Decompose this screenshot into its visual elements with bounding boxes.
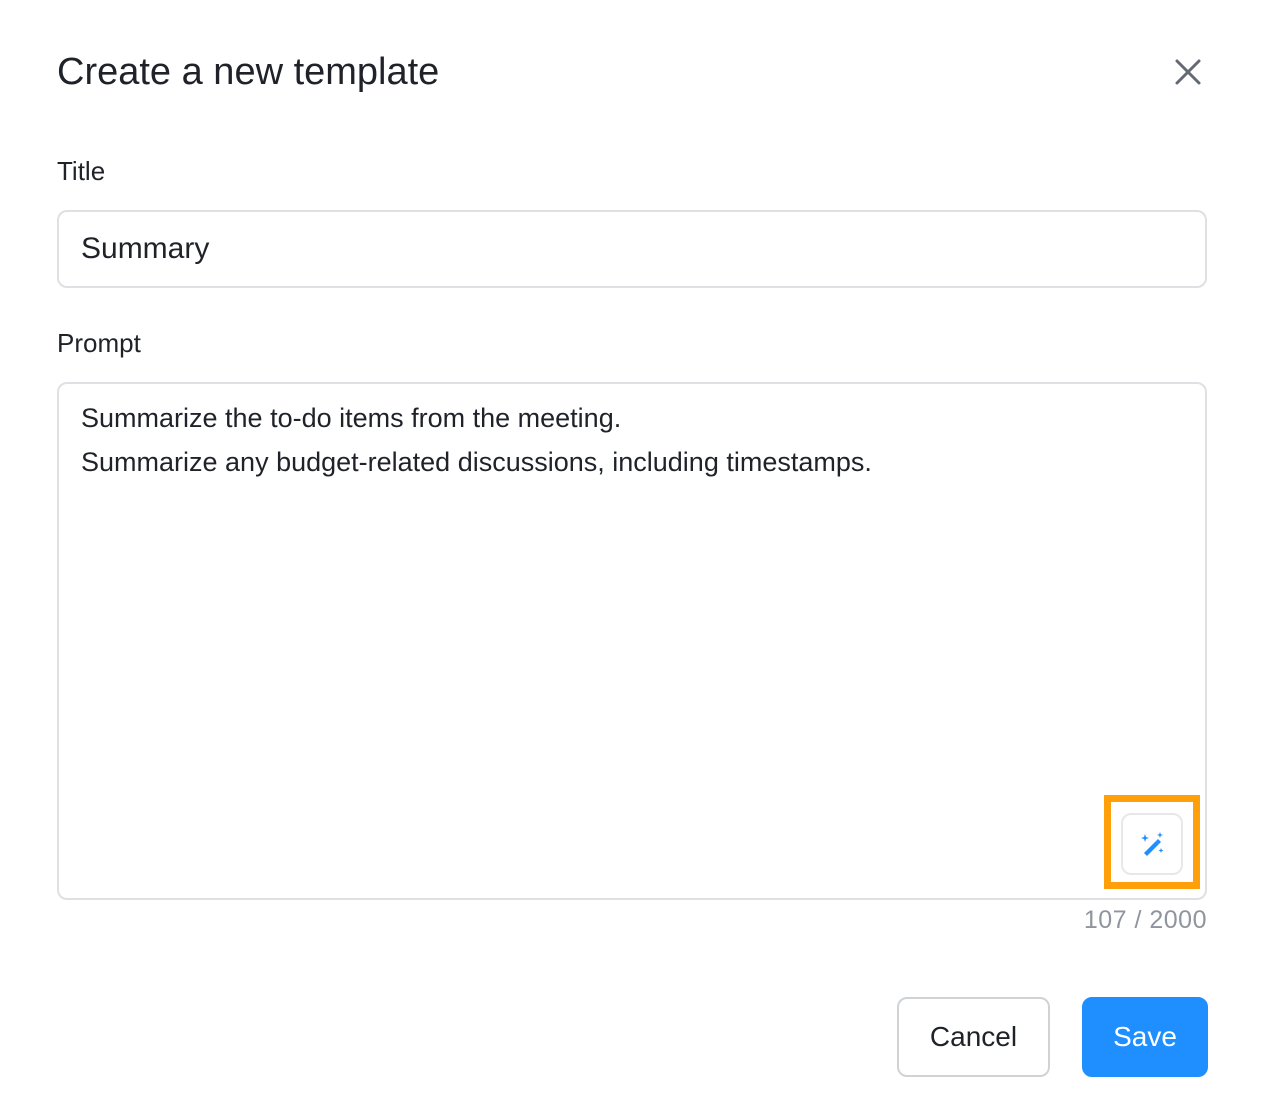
close-icon	[1175, 59, 1201, 85]
prompt-label: Prompt	[57, 328, 141, 358]
character-counter: 107 / 2000	[1083, 906, 1207, 934]
title-label: Title	[57, 156, 106, 186]
magic-wand-icon	[1141, 832, 1164, 856]
create-template-dialog: Create a new template Title Summary Prom…	[0, 0, 1268, 1120]
cancel-button[interactable]: Cancel	[897, 997, 1050, 1077]
title-input[interactable]: Summary	[57, 210, 1207, 288]
prompt-line: Summarize any budget-related discussions…	[81, 447, 872, 477]
ai-magic-button[interactable]	[1121, 813, 1183, 875]
prompt-textarea[interactable]: Summarize the to-do items from the meeti…	[57, 382, 1207, 900]
save-button[interactable]: Save	[1082, 997, 1208, 1077]
dialog-title: Create a new template	[57, 51, 440, 93]
close-button[interactable]	[1166, 50, 1210, 94]
prompt-line: Summarize the to-do items from the meeti…	[81, 403, 622, 433]
title-input-value: Summary	[81, 232, 210, 265]
